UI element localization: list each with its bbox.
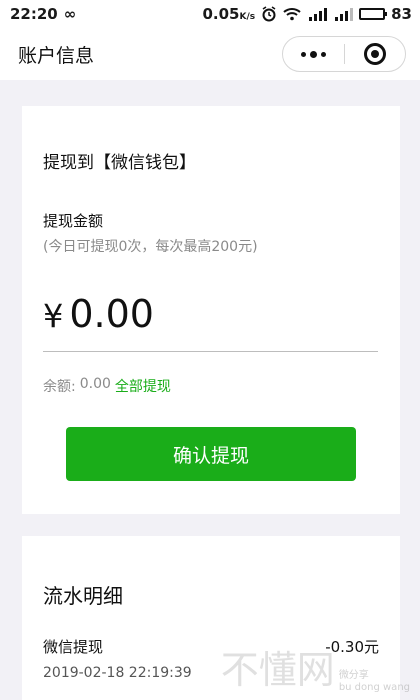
watermark-main: 不懂网 — [220, 648, 335, 692]
flow-item-name: 微信提现 — [43, 638, 104, 656]
page-title: 账户信息 — [18, 44, 95, 67]
battery-icon — [359, 8, 388, 20]
status-left: 22:20 ∞ — [10, 5, 76, 23]
flow-title: 流水明细 — [43, 584, 123, 608]
withdraw-card: 提现到【微信钱包】 提现金额 (今日可提现0次，每次最高200元) ¥ 余额: … — [22, 106, 400, 514]
network-speed-value: 0.05 — [202, 5, 240, 23]
more-button[interactable] — [283, 37, 344, 71]
close-button[interactable] — [345, 37, 406, 71]
amount-label: 提现金额 — [43, 212, 104, 230]
signal-3g-icon — [333, 7, 354, 21]
watermark-sub2: bu dong wang — [338, 682, 410, 693]
wifi-icon — [283, 7, 301, 21]
withdraw-destination: 提现到【微信钱包】 — [43, 153, 196, 173]
currency-symbol: ¥ — [43, 297, 64, 335]
withdraw-all-link[interactable]: 全部提现 — [115, 376, 171, 396]
signal-4g-icon — [307, 7, 328, 21]
watermark-side: 微分享 bu dong wang — [339, 670, 410, 694]
amount-input[interactable] — [69, 292, 330, 336]
balance-value: 0.00 — [79, 376, 111, 392]
status-right: 0.05K/s 83 — [202, 5, 412, 23]
target-close-icon — [363, 43, 386, 65]
amount-hint: (今日可提现0次，每次最高200元) — [43, 239, 258, 255]
watermark: 不懂网 微分享 bu dong wang — [221, 639, 410, 694]
more-dots-icon — [300, 50, 326, 58]
watermark-sub1: 微分享 — [338, 670, 369, 681]
nav-bar: 账户信息 — [0, 28, 420, 80]
status-time: 22:20 — [10, 5, 58, 23]
network-speed: 0.05K/s — [202, 5, 255, 23]
confirm-withdraw-button[interactable]: 确认提现 — [66, 427, 356, 481]
mini-program-capsule — [282, 36, 406, 72]
battery-level: 83 — [391, 5, 412, 23]
status-bar: 22:20 ∞ 0.05K/s 83 — [0, 0, 420, 28]
balance-row: 余额: 0.00 全部提现 — [43, 376, 171, 396]
balance-label: 余额: — [43, 379, 76, 395]
alarm-icon — [261, 6, 277, 22]
amount-field: ¥ — [43, 292, 378, 352]
infinity-icon: ∞ — [63, 5, 77, 23]
network-speed-unit: K/s — [239, 12, 256, 22]
